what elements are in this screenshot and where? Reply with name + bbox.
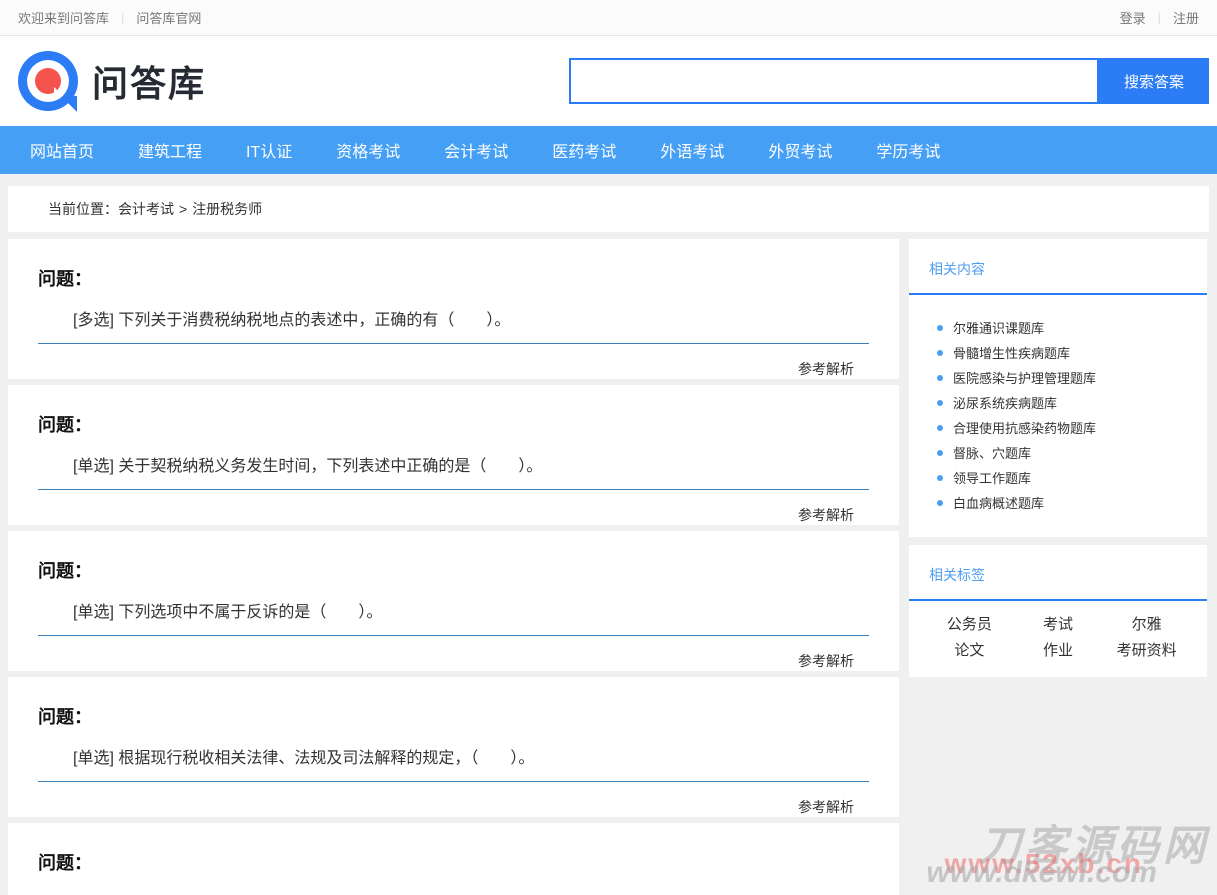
related-item[interactable]: 医院感染与护理管理题库 bbox=[909, 365, 1207, 390]
breadcrumb-separator: > bbox=[179, 201, 187, 217]
breadcrumb-category-link[interactable]: 会计考试 bbox=[118, 199, 174, 219]
nav-item-foreign-trade[interactable]: 外贸考试 bbox=[768, 138, 832, 162]
question-divider bbox=[38, 489, 869, 490]
related-tags-box: 相关标签 公务员 考试 尔雅 论文 作业 考研资料 bbox=[909, 545, 1207, 677]
bullet-dot-icon bbox=[937, 400, 943, 406]
breadcrumb: 当前位置： 会计考试 > 注册税务师 bbox=[8, 186, 1209, 232]
question-divider bbox=[38, 343, 869, 344]
reference-analysis-link[interactable]: 参考解析 bbox=[798, 361, 854, 377]
breadcrumb-current-link[interactable]: 注册税务师 bbox=[192, 199, 262, 219]
bullet-dot-icon bbox=[937, 500, 943, 506]
official-site-link[interactable]: 问答库官网 bbox=[136, 8, 201, 27]
question-heading: 问题： bbox=[38, 265, 869, 291]
question-text-link[interactable]: [单选] 关于法律、法规授权的组织，下列说法错误的是（ ）。 bbox=[38, 890, 869, 895]
logo-text: 问答库 bbox=[92, 55, 206, 107]
header: 问答库 搜索答案 bbox=[0, 36, 1217, 126]
logo[interactable]: 问答库 bbox=[18, 51, 206, 111]
question-text-link[interactable]: [单选] 下列选项中不属于反诉的是（ ）。 bbox=[38, 598, 869, 622]
tag-link[interactable]: 公务员 bbox=[925, 613, 1014, 637]
question-divider bbox=[38, 781, 869, 782]
reference-analysis-link[interactable]: 参考解析 bbox=[798, 653, 854, 669]
question-card: 问题： [多选] 下列关于消费税纳税地点的表述中，正确的有（ ）。 参考解析 bbox=[8, 239, 899, 379]
bullet-dot-icon bbox=[937, 375, 943, 381]
search-button[interactable]: 搜索答案 bbox=[1099, 58, 1209, 104]
tag-link[interactable]: 论文 bbox=[925, 639, 1014, 663]
register-link[interactable]: 注册 bbox=[1173, 8, 1199, 27]
question-card: 问题： [单选] 下列选项中不属于反诉的是（ ）。 参考解析 bbox=[8, 531, 899, 671]
related-content-title: 相关内容 bbox=[909, 239, 1207, 295]
topbar-right-divider: | bbox=[1158, 10, 1161, 25]
nav-item-qualification[interactable]: 资格考试 bbox=[336, 138, 400, 162]
bullet-dot-icon bbox=[937, 350, 943, 356]
breadcrumb-label: 当前位置： bbox=[48, 199, 118, 219]
question-text-link[interactable]: [多选] 下列关于消费税纳税地点的表述中，正确的有（ ）。 bbox=[38, 306, 869, 330]
bullet-dot-icon bbox=[937, 425, 943, 431]
question-heading: 问题： bbox=[38, 411, 869, 437]
question-text-link[interactable]: [单选] 根据现行税收相关法律、法规及司法解释的规定，（ ）。 bbox=[38, 744, 869, 768]
sidebar: 相关内容 尔雅通识课题库 骨髓增生性疾病题库 医院感染与护理管理题库 泌尿系统疾… bbox=[909, 239, 1207, 685]
related-item[interactable]: 泌尿系统疾病题库 bbox=[909, 390, 1207, 415]
related-content-box: 相关内容 尔雅通识课题库 骨髓增生性疾病题库 医院感染与护理管理题库 泌尿系统疾… bbox=[909, 239, 1207, 537]
bullet-dot-icon bbox=[937, 450, 943, 456]
bullet-dot-icon bbox=[937, 475, 943, 481]
tag-link[interactable]: 尔雅 bbox=[1102, 613, 1191, 637]
login-link[interactable]: 登录 bbox=[1120, 8, 1146, 27]
question-card: 问题： [单选] 根据现行税收相关法律、法规及司法解释的规定，（ ）。 参考解析 bbox=[8, 677, 899, 817]
main-nav: 网站首页 建筑工程 IT认证 资格考试 会计考试 医药考试 外语考试 外贸考试 … bbox=[0, 126, 1217, 174]
nav-item-accounting[interactable]: 会计考试 bbox=[444, 138, 508, 162]
nav-item-academic[interactable]: 学历考试 bbox=[876, 138, 940, 162]
tag-link[interactable]: 作业 bbox=[1014, 639, 1103, 663]
bullet-dot-icon bbox=[937, 325, 943, 331]
logo-speech-bubble-icon bbox=[18, 51, 78, 111]
related-item[interactable]: 尔雅通识课题库 bbox=[909, 315, 1207, 340]
question-heading: 问题： bbox=[38, 557, 869, 583]
related-tags-title: 相关标签 bbox=[909, 545, 1207, 601]
related-item[interactable]: 骨髓增生性疾病题库 bbox=[909, 340, 1207, 365]
question-list: 问题： [多选] 下列关于消费税纳税地点的表述中，正确的有（ ）。 参考解析 问… bbox=[8, 239, 899, 895]
question-heading: 问题： bbox=[38, 849, 869, 875]
nav-item-home[interactable]: 网站首页 bbox=[30, 138, 94, 162]
question-card: 问题： [单选] 关于法律、法规授权的组织，下列说法错误的是（ ）。 参考解析 bbox=[8, 823, 899, 895]
nav-item-medical[interactable]: 医药考试 bbox=[552, 138, 616, 162]
tag-link[interactable]: 考试 bbox=[1014, 613, 1103, 637]
welcome-text: 欢迎来到问答库 bbox=[18, 8, 109, 27]
nav-item-construction[interactable]: 建筑工程 bbox=[138, 138, 202, 162]
reference-analysis-link[interactable]: 参考解析 bbox=[798, 799, 854, 815]
search-input[interactable] bbox=[569, 58, 1099, 104]
nav-item-foreign-lang[interactable]: 外语考试 bbox=[660, 138, 724, 162]
related-item[interactable]: 合理使用抗感染药物题库 bbox=[909, 415, 1207, 440]
tag-link[interactable]: 考研资料 bbox=[1102, 639, 1191, 663]
question-heading: 问题： bbox=[38, 703, 869, 729]
question-text-link[interactable]: [单选] 关于契税纳税义务发生时间，下列表述中正确的是（ ）。 bbox=[38, 452, 869, 476]
related-item[interactable]: 白血病概述题库 bbox=[909, 490, 1207, 515]
question-divider bbox=[38, 635, 869, 636]
related-item[interactable]: 领导工作题库 bbox=[909, 465, 1207, 490]
topbar-divider: | bbox=[121, 10, 124, 25]
reference-analysis-link[interactable]: 参考解析 bbox=[798, 507, 854, 523]
nav-item-it-cert[interactable]: IT认证 bbox=[246, 138, 292, 162]
question-card: 问题： [单选] 关于契税纳税义务发生时间，下列表述中正确的是（ ）。 参考解析 bbox=[8, 385, 899, 525]
search-bar: 搜索答案 bbox=[569, 58, 1209, 104]
topbar: 欢迎来到问答库 | 问答库官网 登录 | 注册 bbox=[0, 0, 1217, 36]
related-item[interactable]: 督脉、穴题库 bbox=[909, 440, 1207, 465]
